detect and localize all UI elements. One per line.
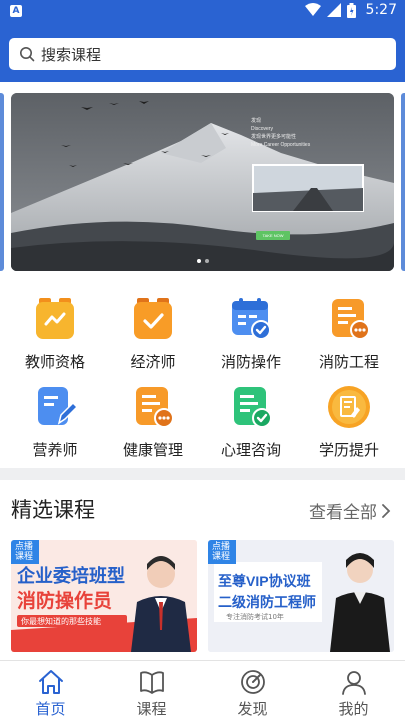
- course-card[interactable]: 点播课程 至尊VIP协议班 二级消防工程师 专注消防考试10年: [208, 540, 394, 652]
- carousel-indicator: [196, 259, 209, 263]
- battery-icon: [346, 2, 356, 18]
- health-management-icon: [136, 387, 174, 428]
- course-card[interactable]: 点播课程 企业委培班型 消防操作员 你最想知道的那些技能: [11, 540, 197, 652]
- category-education[interactable]: 学历提升: [304, 385, 394, 473]
- header: 搜索课程: [0, 24, 405, 82]
- app-notification-icon: A: [10, 5, 22, 17]
- cellular-icon: [326, 3, 341, 17]
- fire-operation-icon: [232, 298, 271, 340]
- home-icon: [38, 670, 63, 694]
- status-bar: A 5:27: [0, 0, 405, 24]
- education-icon: [328, 386, 370, 428]
- category-health-management[interactable]: 健康管理: [108, 385, 198, 473]
- banner-slide[interactable]: 发现 Discovery 发现世界更多可能性 More Career Oppor…: [11, 93, 394, 271]
- search-icon: [20, 47, 35, 62]
- category-fire-engineering[interactable]: 消防工程: [304, 297, 394, 385]
- course-subtitle: 专注消防考试10年: [226, 613, 284, 621]
- mountain-landscape-image: [11, 93, 394, 271]
- category-nutritionist[interactable]: 营养师: [10, 385, 100, 473]
- tab-profile[interactable]: 我的: [303, 661, 404, 720]
- wifi-icon: [304, 3, 321, 16]
- section-title: 精选课程: [11, 499, 95, 522]
- view-all-link[interactable]: 查看全部: [309, 498, 391, 523]
- course-title-line2: 消防操作员: [17, 591, 113, 612]
- teacher-icon: [36, 298, 74, 339]
- section-divider: [0, 468, 405, 480]
- category-economist[interactable]: 经济师: [108, 297, 198, 385]
- tab-discover[interactable]: 发现: [202, 661, 303, 720]
- banner-overlay-text: 发现 Discovery 发现世界更多可能性 More Career Oppor…: [251, 118, 311, 148]
- profile-icon: [341, 671, 366, 695]
- banner-cta-button[interactable]: TAKE NOW: [256, 231, 290, 240]
- nutritionist-icon: [38, 387, 77, 425]
- category-teacher[interactable]: 教师资格: [10, 297, 100, 385]
- banner-carousel: 发现 Discovery 发现世界更多可能性 More Career Oppor…: [0, 82, 405, 282]
- psychology-icon: [234, 387, 272, 428]
- course-title-line1: 至尊VIP协议班: [218, 573, 311, 589]
- course-title-line2: 二级消防工程师: [218, 594, 316, 610]
- course-type-badge: 点播课程: [11, 540, 39, 564]
- category-grid: 教师资格 经济师 消防操作 消防工程 营养师 健康管理 心理咨询 学历提升: [0, 282, 405, 468]
- bottom-tab-bar: 首页 课程 发现 我的: [0, 660, 405, 720]
- chevron-right-icon: [382, 503, 391, 518]
- search-input[interactable]: 搜索课程: [9, 38, 396, 70]
- course-type-badge: 点播课程: [208, 540, 236, 564]
- banner-prev-peek[interactable]: [0, 93, 4, 271]
- carousel-dot: [204, 259, 209, 263]
- featured-courses-section: 精选课程 查看全部 点播课程 企业委培班型 消防操作员 你最想知道的那些技能 点…: [0, 480, 405, 660]
- category-fire-operation[interactable]: 消防操作: [206, 297, 296, 385]
- fire-engineering-icon: [332, 299, 370, 340]
- discover-icon: [240, 670, 265, 694]
- category-psychology[interactable]: 心理咨询: [206, 385, 296, 473]
- tab-home[interactable]: 首页: [0, 661, 101, 720]
- course-title-line1: 企业委培班型: [17, 566, 125, 586]
- search-placeholder: 搜索课程: [41, 46, 102, 64]
- economist-icon: [134, 298, 172, 339]
- tab-courses[interactable]: 课程: [101, 661, 202, 720]
- banner-next-peek[interactable]: [401, 93, 405, 271]
- carousel-dot: [196, 259, 201, 263]
- course-subtitle: 你最想知道的那些技能: [21, 617, 101, 626]
- book-icon: [139, 671, 164, 694]
- status-time: 5:27: [365, 2, 397, 18]
